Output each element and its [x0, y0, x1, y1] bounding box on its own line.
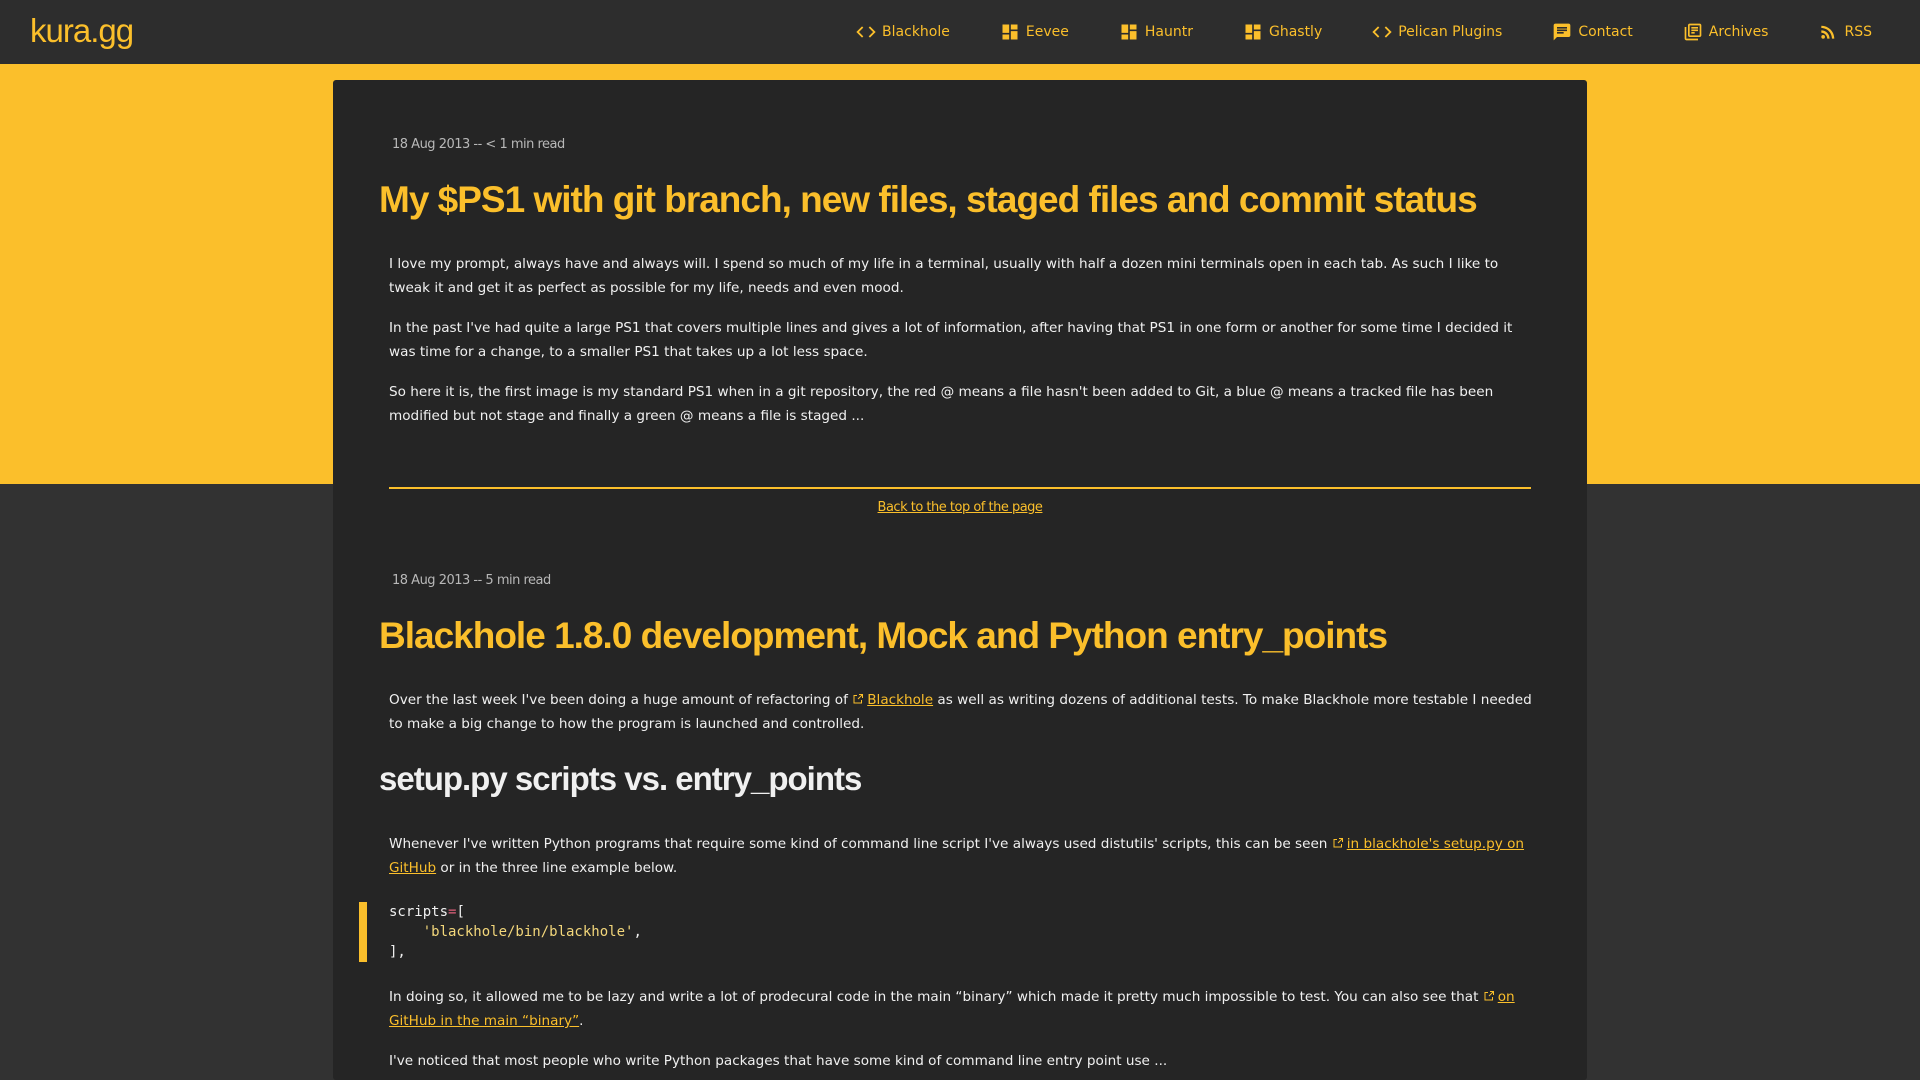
dashboard-icon: [1245, 24, 1261, 40]
main-nav: Blackhole Eevee Hauntr Ghastly Pelican P…: [806, 0, 1872, 64]
post-meta: 18 Aug 2013 -- 5 min read: [392, 573, 551, 588]
post-meta: 18 Aug 2013 -- < 1 min read: [392, 137, 565, 152]
nav-item-rss[interactable]: RSS: [1818, 22, 1872, 42]
post-list: 18 Aug 2013 -- < 1 min read My $PS1 with…: [333, 80, 1587, 1080]
post-paragraph: I've noticed that most people who write …: [389, 1053, 1168, 1069]
post-divider: [389, 487, 1531, 489]
back-to-top-row: Back to the top of the page: [333, 500, 1587, 515]
nav-item-ghastly[interactable]: Ghastly: [1243, 22, 1322, 42]
nav-item-contact[interactable]: Contact: [1552, 22, 1633, 42]
nav-item-eevee[interactable]: Eevee: [1000, 22, 1069, 42]
post-paragraph: I love my prompt, always have and always…: [389, 256, 1499, 296]
site-logo[interactable]: kura.gg: [30, 12, 134, 50]
chat-icon: [1553, 23, 1571, 41]
post-paragraph: Whenever I've written Python programs th…: [389, 832, 1533, 880]
code-block: scripts=[ 'blackhole/bin/blackhole', ],: [389, 904, 642, 960]
code-icon: [1372, 26, 1392, 38]
site-header: kura.gg Blackhole Eevee Hauntr Ghastly P…: [0, 0, 1920, 64]
external-link-icon: [1483, 986, 1495, 1001]
post-paragraph: So here it is, the first image is my sta…: [389, 384, 1494, 424]
library-icon: [1684, 23, 1702, 41]
rss-icon: [1821, 25, 1835, 39]
post-title[interactable]: Blackhole 1.8.0 development, Mock and Py…: [379, 615, 1388, 657]
nav-item-archives[interactable]: Archives: [1683, 22, 1768, 42]
post-paragraph: In the past I've had quite a large PS1 t…: [389, 320, 1513, 360]
post-subheading: setup.py scripts vs. entry_points: [379, 760, 862, 797]
external-link-icon: [1332, 833, 1344, 848]
code-block-accent: [359, 902, 367, 962]
nav-item-blackhole[interactable]: Blackhole: [856, 22, 950, 42]
dashboard-icon: [1002, 24, 1018, 40]
blackhole-link[interactable]: Blackhole: [867, 692, 933, 708]
post-paragraph: In doing so, it allowed me to be lazy an…: [389, 985, 1533, 1033]
post-paragraph: Over the last week I've been doing a hug…: [389, 688, 1533, 736]
code-icon: [856, 26, 876, 38]
post-title[interactable]: My $PS1 with git branch, new files, stag…: [379, 179, 1478, 221]
back-to-top-link[interactable]: Back to the top of the page: [878, 500, 1043, 515]
nav-item-pelican-plugins[interactable]: Pelican Plugins: [1372, 22, 1502, 42]
nav-item-hauntr[interactable]: Hauntr: [1119, 22, 1193, 42]
dashboard-icon: [1121, 24, 1137, 40]
external-link-icon: [852, 689, 864, 704]
